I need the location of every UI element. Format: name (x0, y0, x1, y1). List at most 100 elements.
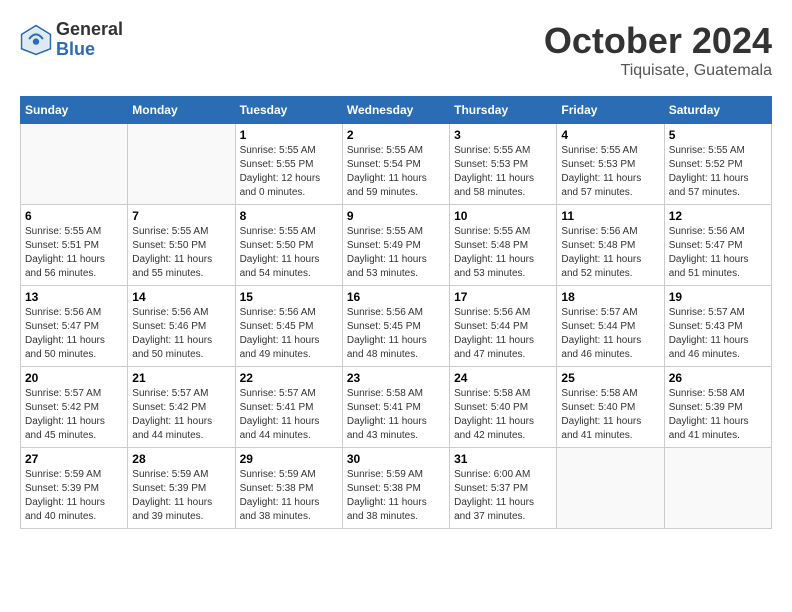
day-number: 2 (347, 128, 445, 142)
location: Tiquisate, Guatemala (544, 62, 772, 80)
day-number: 30 (347, 452, 445, 466)
calendar-week-row: 13 Sunrise: 5:56 AMSunset: 5:47 PMDayligh… (21, 286, 772, 367)
day-number: 29 (240, 452, 338, 466)
day-number: 19 (669, 290, 767, 304)
day-number: 25 (561, 371, 659, 385)
calendar-cell: 11 Sunrise: 5:56 AMSunset: 5:48 PMDayligh… (557, 205, 664, 286)
day-info: Sunrise: 5:55 AMSunset: 5:50 PMDaylight:… (240, 225, 338, 281)
day-info: Sunrise: 5:59 AMSunset: 5:38 PMDaylight:… (240, 468, 338, 524)
day-info: Sunrise: 5:58 AMSunset: 5:40 PMDaylight:… (561, 387, 659, 443)
day-info: Sunrise: 5:57 AMSunset: 5:42 PMDaylight:… (132, 387, 230, 443)
day-number: 14 (132, 290, 230, 304)
logo-blue-text: Blue (56, 40, 123, 60)
title-block: October 2024 Tiquisate, Guatemala (544, 20, 772, 80)
calendar-cell: 1 Sunrise: 5:55 AMSunset: 5:55 PMDaylight… (235, 124, 342, 205)
day-number: 5 (669, 128, 767, 142)
calendar-cell: 17 Sunrise: 5:56 AMSunset: 5:44 PMDayligh… (450, 286, 557, 367)
day-number: 15 (240, 290, 338, 304)
calendar-cell: 6 Sunrise: 5:55 AMSunset: 5:51 PMDaylight… (21, 205, 128, 286)
day-info: Sunrise: 5:58 AMSunset: 5:39 PMDaylight:… (669, 387, 767, 443)
day-info: Sunrise: 5:55 AMSunset: 5:54 PMDaylight:… (347, 144, 445, 200)
day-info: Sunrise: 5:57 AMSunset: 5:41 PMDaylight:… (240, 387, 338, 443)
calendar-cell: 26 Sunrise: 5:58 AMSunset: 5:39 PMDayligh… (664, 367, 771, 448)
calendar-cell: 14 Sunrise: 5:56 AMSunset: 5:46 PMDayligh… (128, 286, 235, 367)
day-info: Sunrise: 5:57 AMSunset: 5:44 PMDaylight:… (561, 306, 659, 362)
day-number: 8 (240, 209, 338, 223)
calendar-cell: 24Sunrise: 5:58 AMSunset: 5:40 PMDayligh… (450, 367, 557, 448)
day-info: Sunrise: 5:56 AMSunset: 5:44 PMDaylight:… (454, 306, 552, 362)
calendar-cell: 28 Sunrise: 5:59 AMSunset: 5:39 PMDayligh… (128, 448, 235, 529)
day-number: 1 (240, 128, 338, 142)
calendar-table: SundayMondayTuesdayWednesdayThursdayFrid… (20, 96, 772, 529)
day-info: Sunrise: 5:57 AMSunset: 5:43 PMDaylight:… (669, 306, 767, 362)
calendar-cell: 7Sunrise: 5:55 AMSunset: 5:50 PMDaylight… (128, 205, 235, 286)
calendar-cell: 18 Sunrise: 5:57 AMSunset: 5:44 PMDayligh… (557, 286, 664, 367)
day-number: 31 (454, 452, 552, 466)
day-info: Sunrise: 5:55 AMSunset: 5:55 PMDaylight:… (240, 144, 338, 200)
day-info: Sunrise: 5:55 AMSunset: 5:48 PMDaylight:… (454, 225, 552, 281)
calendar-cell: 30 Sunrise: 5:59 AMSunset: 5:38 PMDayligh… (342, 448, 449, 529)
weekday-header: Sunday (21, 97, 128, 124)
day-number: 18 (561, 290, 659, 304)
calendar-week-row: 6 Sunrise: 5:55 AMSunset: 5:51 PMDaylight… (21, 205, 772, 286)
calendar-week-row: 1 Sunrise: 5:55 AMSunset: 5:55 PMDaylight… (21, 124, 772, 205)
calendar-cell: 23Sunrise: 5:58 AMSunset: 5:41 PMDayligh… (342, 367, 449, 448)
day-number: 21 (132, 371, 230, 385)
day-info: Sunrise: 5:58 AMSunset: 5:41 PMDaylight:… (347, 387, 445, 443)
day-info: Sunrise: 5:56 AMSunset: 5:45 PMDaylight:… (240, 306, 338, 362)
day-info: Sunrise: 5:59 AMSunset: 5:39 PMDaylight:… (132, 468, 230, 524)
logo-text: General Blue (56, 20, 123, 60)
day-info: Sunrise: 5:59 AMSunset: 5:38 PMDaylight:… (347, 468, 445, 524)
calendar-cell: 4 Sunrise: 5:55 AMSunset: 5:53 PMDaylight… (557, 124, 664, 205)
calendar-cell: 22 Sunrise: 5:57 AMSunset: 5:41 PMDayligh… (235, 367, 342, 448)
weekday-header: Thursday (450, 97, 557, 124)
calendar-cell: 13 Sunrise: 5:56 AMSunset: 5:47 PMDayligh… (21, 286, 128, 367)
calendar-cell: 29 Sunrise: 5:59 AMSunset: 5:38 PMDayligh… (235, 448, 342, 529)
calendar-cell (21, 124, 128, 205)
day-number: 9 (347, 209, 445, 223)
calendar-cell: 25 Sunrise: 5:58 AMSunset: 5:40 PMDayligh… (557, 367, 664, 448)
day-info: Sunrise: 5:55 AMSunset: 5:49 PMDaylight:… (347, 225, 445, 281)
day-info: Sunrise: 5:57 AMSunset: 5:42 PMDaylight:… (25, 387, 123, 443)
day-number: 27 (25, 452, 123, 466)
day-number: 24 (454, 371, 552, 385)
calendar-cell: 9 Sunrise: 5:55 AMSunset: 5:49 PMDaylight… (342, 205, 449, 286)
day-info: Sunrise: 5:55 AMSunset: 5:51 PMDaylight:… (25, 225, 123, 281)
calendar-header-row: SundayMondayTuesdayWednesdayThursdayFrid… (21, 97, 772, 124)
logo: General Blue (20, 20, 123, 60)
day-info: Sunrise: 6:00 AMSunset: 5:37 PMDaylight:… (454, 468, 552, 524)
day-number: 12 (669, 209, 767, 223)
calendar-cell: 19 Sunrise: 5:57 AMSunset: 5:43 PMDayligh… (664, 286, 771, 367)
day-number: 28 (132, 452, 230, 466)
day-info: Sunrise: 5:55 AMSunset: 5:52 PMDaylight:… (669, 144, 767, 200)
calendar-cell (128, 124, 235, 205)
day-number: 17 (454, 290, 552, 304)
weekday-header: Friday (557, 97, 664, 124)
day-number: 4 (561, 128, 659, 142)
page-header: General Blue October 2024 Tiquisate, Gua… (20, 20, 772, 80)
day-info: Sunrise: 5:56 AMSunset: 5:47 PMDaylight:… (669, 225, 767, 281)
day-number: 3 (454, 128, 552, 142)
day-info: Sunrise: 5:56 AMSunset: 5:47 PMDaylight:… (25, 306, 123, 362)
calendar-cell: 10 Sunrise: 5:55 AMSunset: 5:48 PMDayligh… (450, 205, 557, 286)
day-number: 6 (25, 209, 123, 223)
day-number: 22 (240, 371, 338, 385)
calendar-cell: 5 Sunrise: 5:55 AMSunset: 5:52 PMDaylight… (664, 124, 771, 205)
calendar-cell: 16Sunrise: 5:56 AMSunset: 5:45 PMDayligh… (342, 286, 449, 367)
calendar-cell: 21 Sunrise: 5:57 AMSunset: 5:42 PMDayligh… (128, 367, 235, 448)
weekday-header: Monday (128, 97, 235, 124)
day-number: 13 (25, 290, 123, 304)
calendar-cell: 15 Sunrise: 5:56 AMSunset: 5:45 PMDayligh… (235, 286, 342, 367)
weekday-header: Saturday (664, 97, 771, 124)
calendar-week-row: 27 Sunrise: 5:59 AMSunset: 5:39 PMDayligh… (21, 448, 772, 529)
day-info: Sunrise: 5:56 AMSunset: 5:45 PMDaylight:… (347, 306, 445, 362)
calendar-cell: 8 Sunrise: 5:55 AMSunset: 5:50 PMDaylight… (235, 205, 342, 286)
day-number: 10 (454, 209, 552, 223)
weekday-header: Wednesday (342, 97, 449, 124)
day-info: Sunrise: 5:56 AMSunset: 5:46 PMDaylight:… (132, 306, 230, 362)
day-number: 11 (561, 209, 659, 223)
day-info: Sunrise: 5:55 AMSunset: 5:53 PMDaylight:… (561, 144, 659, 200)
day-number: 26 (669, 371, 767, 385)
day-info: Sunrise: 5:56 AMSunset: 5:48 PMDaylight:… (561, 225, 659, 281)
calendar-week-row: 20Sunrise: 5:57 AMSunset: 5:42 PMDayligh… (21, 367, 772, 448)
